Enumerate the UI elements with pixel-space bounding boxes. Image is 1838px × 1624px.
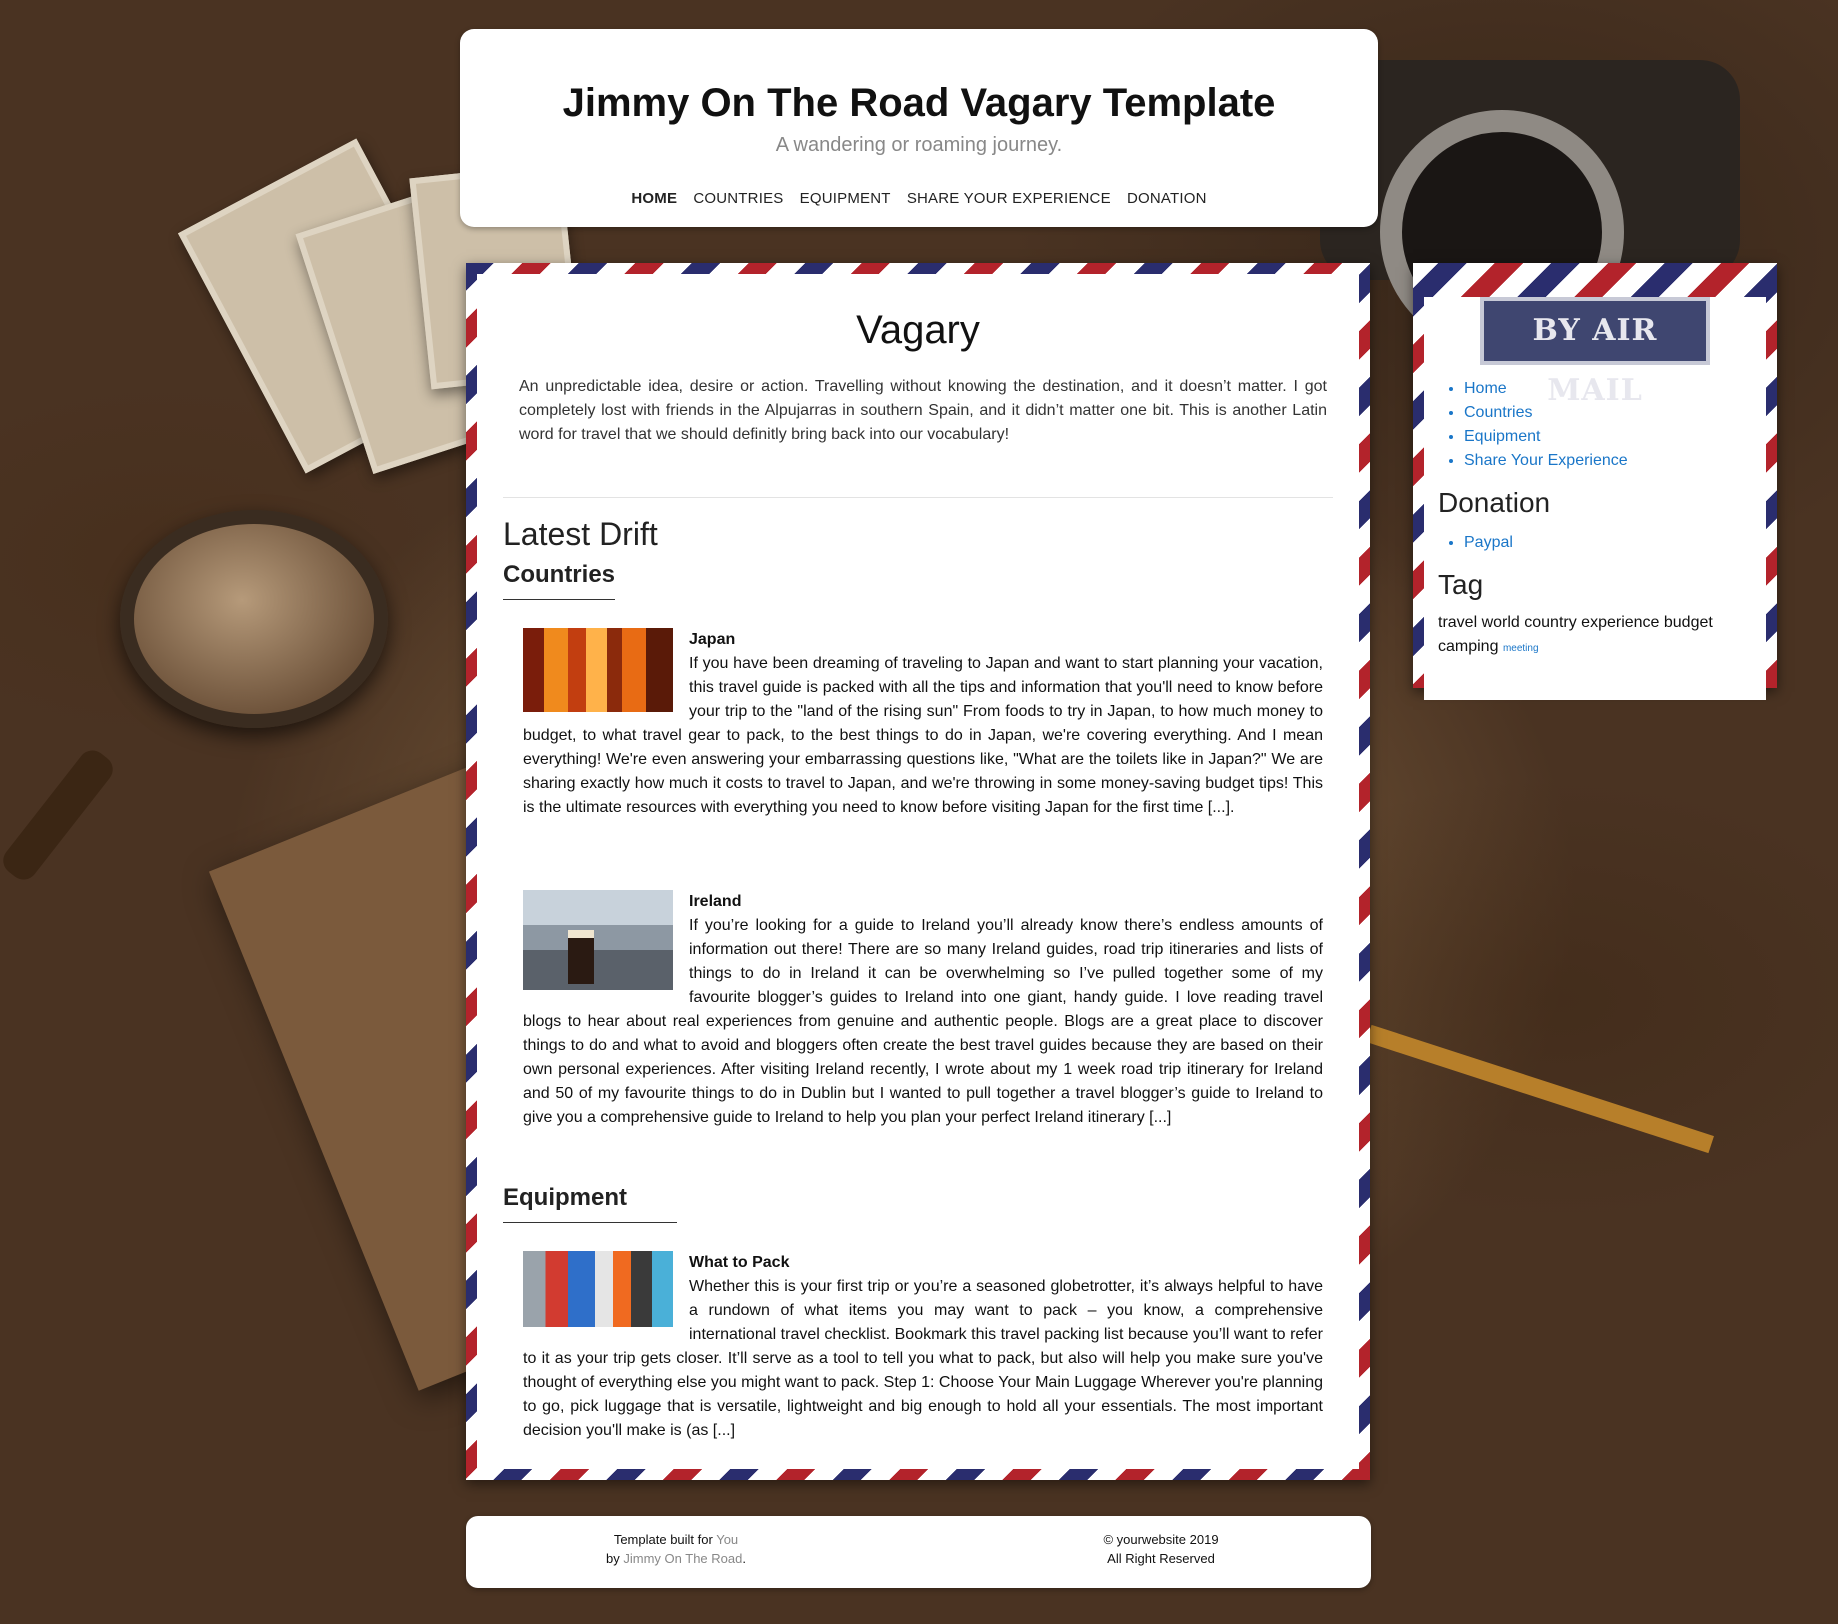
category-title-equipment[interactable]: Equipment	[503, 1184, 677, 1223]
page-title: Vagary	[856, 308, 980, 352]
tag-cloud: travel world country experience budget c…	[1438, 611, 1752, 661]
footer-by: by	[606, 1551, 620, 1566]
sidebar-frame: BY AIR MAIL Home Countries Equipment Sha…	[1413, 263, 1777, 700]
category-equipment: Equipment What to Pack Whether this is y…	[503, 1176, 1333, 1443]
category-countries: Countries Japan If you have been dreamin…	[503, 553, 1333, 1130]
nav-equipment[interactable]: EQUIPMENT	[800, 190, 891, 207]
background-magnifier-handle	[0, 744, 119, 886]
category-title-countries[interactable]: Countries	[503, 561, 616, 600]
background-postcard	[177, 138, 485, 474]
background-camera	[1320, 60, 1740, 280]
footer-author-link[interactable]: Jimmy On The Road	[623, 1551, 742, 1566]
main-content: Vagary An unpredictable idea, desire or …	[477, 274, 1359, 1469]
footer-period: .	[742, 1551, 746, 1566]
post-thumbnail-ireland[interactable]	[523, 890, 673, 990]
air-mail-stamp-logo: BY AIR MAIL	[1480, 297, 1710, 408]
background-magnifier	[120, 510, 388, 728]
tag-list[interactable]: travel world country experience budget c…	[1438, 614, 1713, 655]
donation-links: Paypal	[1438, 531, 1752, 555]
footer-you-link[interactable]: You	[716, 1532, 738, 1547]
post-what-to-pack: What to Pack Whether this is your first …	[523, 1251, 1323, 1443]
tag-meeting[interactable]: meeting	[1503, 643, 1539, 654]
nav-donation[interactable]: DONATION	[1127, 190, 1207, 207]
main-content-frame: Vagary An unpredictable idea, desire or …	[466, 263, 1370, 1480]
main-nav: HOME COUNTRIES EQUIPMENT SHARE YOUR EXPE…	[460, 190, 1378, 207]
background-pencil	[1366, 1024, 1714, 1154]
footer-built-for: Template built for	[613, 1532, 713, 1547]
footer-copyright-text: © yourwebsite 2019	[1103, 1532, 1219, 1547]
footer-copyright: © yourwebsite 2019 All Right Reserved	[951, 1530, 1371, 1568]
site-title[interactable]: Jimmy On The Road Vagary Template	[460, 81, 1378, 126]
sidebar-item-share-your-experience[interactable]: Share Your Experience	[1464, 449, 1752, 473]
site-tagline: A wandering or roaming journey.	[775, 134, 1063, 156]
divider	[503, 497, 1333, 498]
footer-rights-text: All Right Reserved	[1107, 1551, 1215, 1566]
nav-countries[interactable]: COUNTRIES	[693, 190, 783, 207]
post-thumbnail-japan[interactable]	[523, 628, 673, 712]
sidebar-item-equipment[interactable]: Equipment	[1464, 425, 1752, 449]
footer-credits: Template built for You by Jimmy On The R…	[466, 1530, 886, 1568]
post-ireland: Ireland If you’re looking for a guide to…	[523, 890, 1323, 1130]
nav-home[interactable]: HOME	[631, 190, 677, 207]
post-japan: Japan If you have been dreaming of trave…	[523, 628, 1323, 820]
post-thumbnail-what-to-pack[interactable]	[523, 1251, 673, 1327]
nav-share-your-experience[interactable]: SHARE YOUR EXPERIENCE	[907, 190, 1111, 207]
donation-paypal-link[interactable]: Paypal	[1464, 531, 1752, 555]
site-footer: Template built for You by Jimmy On The R…	[466, 1516, 1371, 1588]
site-header: Jimmy On The Road Vagary Template A wand…	[460, 29, 1378, 227]
intro-text: An unpredictable idea, desire or action.…	[519, 378, 1327, 443]
tag-heading: Tag	[1438, 569, 1484, 600]
donation-heading: Donation	[1438, 487, 1551, 518]
latest-drift-heading: Latest Drift	[503, 516, 658, 552]
sidebar: BY AIR MAIL Home Countries Equipment Sha…	[1424, 297, 1766, 700]
